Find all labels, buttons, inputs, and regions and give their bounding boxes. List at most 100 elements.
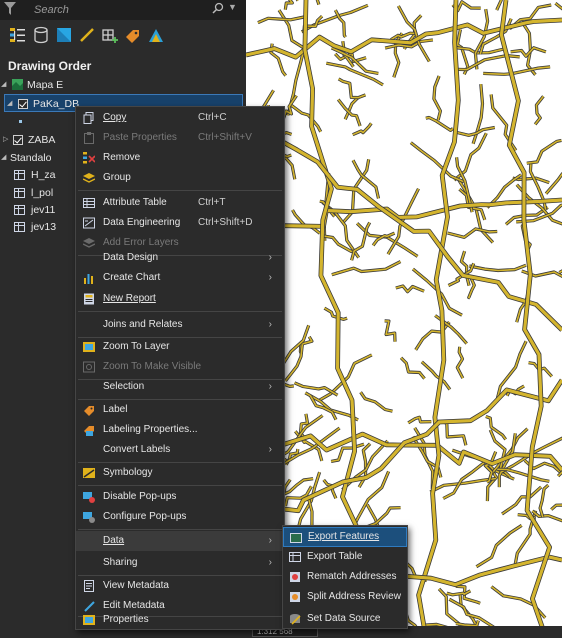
tree-layer-label: ZABA [28,134,56,146]
export-features-icon [290,533,302,543]
chevron-right-icon: › [268,444,272,455]
menu-item-zoom-make-visible[interactable]: Zoom To Make Visible [76,357,284,377]
visibility-checkbox[interactable] [18,99,28,109]
road-line [485,415,507,440]
tree-map[interactable]: ◢ Mapa E [0,76,246,94]
menu-item-sharing[interactable]: Sharing › [76,553,284,573]
road-casing [331,260,402,277]
tree-map-label: Mapa E [27,79,64,91]
zoom-visible-icon [83,361,95,373]
road-line [289,103,322,133]
menu-item-joins-relates[interactable]: Joins and Relates › [76,315,284,335]
menu-item-remove[interactable]: Remove [76,148,284,168]
road-line [437,420,467,446]
menu-separator [78,485,282,486]
paste-icon [84,132,94,144]
label-icon [84,406,94,416]
expand-arrow-icon[interactable]: ▷ [3,131,8,149]
rematch-icon [290,572,300,582]
attribute-table-icon [83,198,95,208]
menu-item-zoom-to-layer[interactable]: Zoom To Layer [76,337,284,357]
menu-item-data[interactable]: Data › [76,531,284,551]
menu-item-convert-labels[interactable]: Convert Labels › [76,440,284,460]
table-icon [14,188,25,198]
charts-icon[interactable] [146,25,166,45]
labeling-properties-icon [84,426,94,436]
map-icon [12,79,23,90]
tree-standalone-label: Standalo [10,152,52,164]
menu-separator [78,190,282,191]
road-line [534,95,545,125]
chevron-right-icon: › [268,535,272,546]
properties-icon [83,615,95,625]
chevron-right-icon: › [268,381,272,392]
menu-item-symbology[interactable]: Symbology [76,463,284,483]
contents-toolbar [0,24,246,46]
menu-item-labeling-properties[interactable]: Labeling Properties... [76,420,284,440]
symbology-icon [83,468,95,478]
remove-icon [83,152,95,164]
menu-item-paste-properties[interactable]: Paste Properties Ctrl+Shift+V [76,128,284,148]
view-metadata-icon [84,580,94,592]
data-engineering-icon [83,217,95,229]
search-icon[interactable] [212,2,224,14]
submenu-item-export-table[interactable]: Export Table [283,547,407,567]
submenu-item-export-features[interactable]: Export Features [283,527,407,547]
collapse-arrow-icon[interactable]: ◢ [1,149,6,167]
tree-table-label: H_za [31,169,56,181]
menu-item-copy[interactable]: Copy Ctrl+C [76,108,284,128]
data-source-icon[interactable] [31,25,51,45]
road-line [483,66,551,76]
data-submenu: Export Features Export Table Rematch Add… [282,525,408,629]
search-input[interactable] [30,2,242,17]
menu-item-configure-popups[interactable]: Configure Pop-ups [76,507,284,527]
road-line [316,0,320,5]
road-line [539,484,549,518]
export-table-icon [289,552,301,562]
menu-item-disable-popups[interactable]: Disable Pop-ups [76,487,284,507]
filter-icon[interactable] [4,2,16,16]
road-casing [337,77,360,100]
chevron-right-icon: › [268,252,272,263]
pane-title: Drawing Order [8,59,92,73]
editing-icon[interactable] [77,25,97,45]
collapse-arrow-icon[interactable]: ◢ [7,95,12,113]
road-casing [317,353,373,402]
menu-item-group[interactable]: Group [76,168,284,188]
layer-context-menu: Copy Ctrl+C Paste Properties Ctrl+Shift+… [75,106,285,630]
chart-icon [84,274,93,284]
menu-item-create-chart[interactable]: Create Chart › [76,268,284,288]
labeling-icon[interactable] [123,25,143,45]
menu-item-label[interactable]: Label [76,400,284,420]
line-symbol-icon [19,120,22,123]
table-icon [14,205,25,215]
report-icon [84,293,94,305]
submenu-item-set-data-source[interactable]: Set Data Source [283,609,407,629]
group-icon [83,173,95,183]
snapping-icon[interactable] [100,25,120,45]
road-casing [315,0,321,6]
collapse-arrow-icon[interactable]: ◢ [1,76,6,94]
menu-item-new-report[interactable]: New Report [76,289,284,309]
road-casing [526,138,562,165]
selection-icon[interactable] [54,25,74,45]
menu-separator [78,311,282,312]
menu-item-view-metadata[interactable]: View Metadata [76,576,284,596]
submenu-item-split-address-review[interactable]: Split Address Review [283,587,407,607]
menu-item-attribute-table[interactable]: Attribute Table Ctrl+T [76,193,284,213]
road-line [550,504,562,511]
menu-item-properties[interactable]: Properties [76,610,284,630]
tree-table-label: jev11 [31,204,56,216]
chevron-right-icon: › [268,272,272,283]
menu-item-data-design[interactable]: Data Design › [76,248,284,268]
tree-table-label: l_pol [31,187,54,199]
visibility-checkbox[interactable] [13,135,23,145]
road-line [337,99,361,127]
chevron-right-icon: › [268,557,272,568]
drawing-order-icon[interactable] [8,25,28,45]
chevron-down-icon[interactable]: ▼ [228,2,237,12]
submenu-item-rematch-addresses[interactable]: Rematch Addresses [283,567,407,587]
copy-icon [83,112,94,124]
menu-item-selection[interactable]: Selection › [76,377,284,397]
menu-item-data-engineering[interactable]: Data Engineering Ctrl+Shift+D [76,213,284,233]
